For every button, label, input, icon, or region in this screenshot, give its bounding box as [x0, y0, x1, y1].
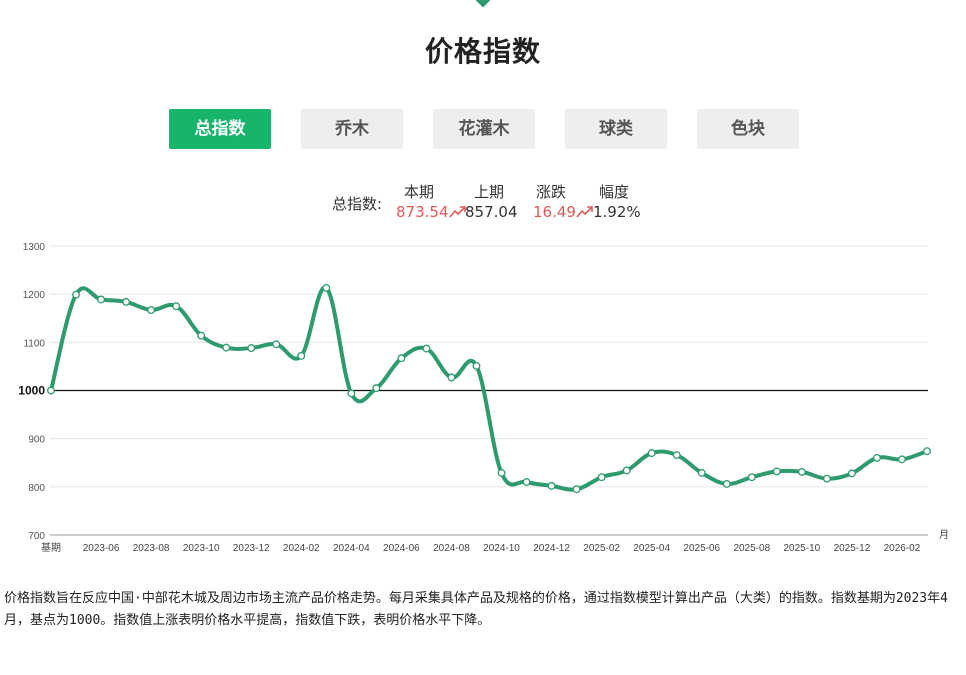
- data-point: [923, 447, 931, 456]
- data-point: [622, 466, 631, 475]
- data-point: [872, 453, 881, 462]
- x-tick-label: 2025-06: [683, 543, 720, 554]
- data-point: [647, 449, 656, 458]
- y-tick-label: 1300: [23, 242, 46, 253]
- data-point: [772, 467, 781, 476]
- index-summary: 总指数: 本期 873.54 上期 857.04 涨跌 16.49 幅度 1.9…: [0, 182, 966, 222]
- data-point: [572, 485, 581, 494]
- index-series-line: [49, 285, 928, 492]
- data-point: [147, 306, 156, 315]
- trend-up-icon: [448, 206, 466, 218]
- x-tick-label: 2023-12: [233, 543, 270, 554]
- tab-color-blocks[interactable]: 色块: [697, 109, 799, 149]
- x-tick-label: 2023-06: [83, 543, 120, 554]
- x-tick-label: 2024-10: [483, 543, 520, 554]
- data-point: [97, 295, 106, 304]
- x-tick-label: 2024-04: [333, 543, 370, 554]
- data-point: [497, 468, 506, 477]
- data-point: [447, 373, 456, 382]
- summary-current-value: 873.54: [396, 203, 449, 221]
- summary-change: 涨跌 16.49: [533, 182, 594, 222]
- top-pointer-marker: [474, 0, 492, 8]
- data-point: [197, 331, 206, 340]
- x-axis-label: 月: [939, 529, 949, 541]
- data-point: [347, 389, 356, 398]
- summary-previous: 上期 857.04: [465, 182, 518, 222]
- data-point: [397, 354, 406, 363]
- y-tick-label: 1200: [23, 290, 46, 301]
- y-tick-label: 900: [28, 435, 45, 446]
- y-tick-label: 1100: [23, 338, 45, 349]
- x-tick-label: 2024-08: [433, 543, 470, 554]
- tab-total-index[interactable]: 总指数: [169, 109, 271, 149]
- data-point: [722, 479, 731, 488]
- trend-up-icon: [576, 206, 593, 218]
- data-point: [47, 386, 55, 395]
- price-index-chart: 700 800 900 1000 1100 1200 1300 基期 2023-06 2023-0…: [18, 242, 949, 554]
- tab-ball-plants[interactable]: 球类: [565, 109, 667, 149]
- x-tick-label: 2023-10: [183, 543, 220, 554]
- x-tick-label: 2025-02: [583, 543, 620, 554]
- data-point: [597, 473, 606, 482]
- summary-previous-header: 上期: [474, 183, 505, 201]
- data-point: [322, 283, 331, 292]
- summary-percent-value: 1.92%: [593, 203, 641, 221]
- data-point: [247, 344, 256, 353]
- summary-current-header: 本期: [404, 183, 435, 201]
- data-point: [672, 451, 681, 459]
- summary-change-value: 16.49: [533, 203, 576, 221]
- summary-previous-value: 857.04: [465, 203, 518, 221]
- x-tick-label: 2024-12: [533, 543, 570, 554]
- data-point: [822, 474, 831, 483]
- x-tick-label: 2024-06: [383, 543, 420, 554]
- page-title: 价格指数: [424, 35, 541, 68]
- data-point: [472, 361, 481, 370]
- summary-current: 本期 873.54: [396, 182, 467, 222]
- data-point: [547, 481, 556, 490]
- y-tick-label: 1000: [18, 384, 45, 398]
- data-point: [898, 455, 906, 464]
- summary-change-header: 涨跌: [536, 183, 567, 201]
- x-tick-label: 2025-10: [784, 543, 821, 554]
- data-point: [747, 473, 756, 482]
- data-point: [522, 478, 531, 486]
- y-tick-label: 700: [28, 531, 45, 542]
- tab-flowering-shrubs[interactable]: 花灌木: [433, 109, 535, 149]
- x-tick-label: 2025-04: [633, 543, 670, 554]
- x-tick-label: 2025-12: [834, 543, 871, 554]
- x-tick-label: 2024-02: [283, 543, 320, 554]
- data-point: [122, 297, 131, 306]
- category-tabs: 总指数 乔木 花灌木 球类 色块: [169, 109, 799, 149]
- data-point: [797, 467, 806, 476]
- data-point: [372, 384, 381, 393]
- summary-label: 总指数:: [332, 195, 383, 213]
- x-tick-label: 基期: [41, 541, 61, 554]
- data-point: [422, 344, 431, 353]
- data-point: [697, 468, 706, 477]
- data-point: [222, 343, 231, 352]
- x-tick-label: 2026-02: [884, 543, 921, 554]
- data-point: [272, 340, 281, 349]
- data-point: [297, 351, 306, 360]
- data-point: [847, 469, 856, 478]
- summary-percent: 幅度 1.92%: [593, 182, 641, 222]
- index-description: 价格指数旨在反应中国·中部花木城及周边市场主流产品价格走势。每月采集具体产品及规…: [4, 591, 948, 628]
- x-tick-label: 2023-08: [133, 543, 170, 554]
- y-tick-label: 800: [28, 483, 45, 494]
- summary-percent-header: 幅度: [599, 183, 630, 201]
- x-tick-label: 2025-08: [733, 543, 770, 554]
- data-point: [172, 302, 181, 311]
- tab-trees[interactable]: 乔木: [301, 109, 403, 149]
- data-point: [72, 290, 80, 299]
